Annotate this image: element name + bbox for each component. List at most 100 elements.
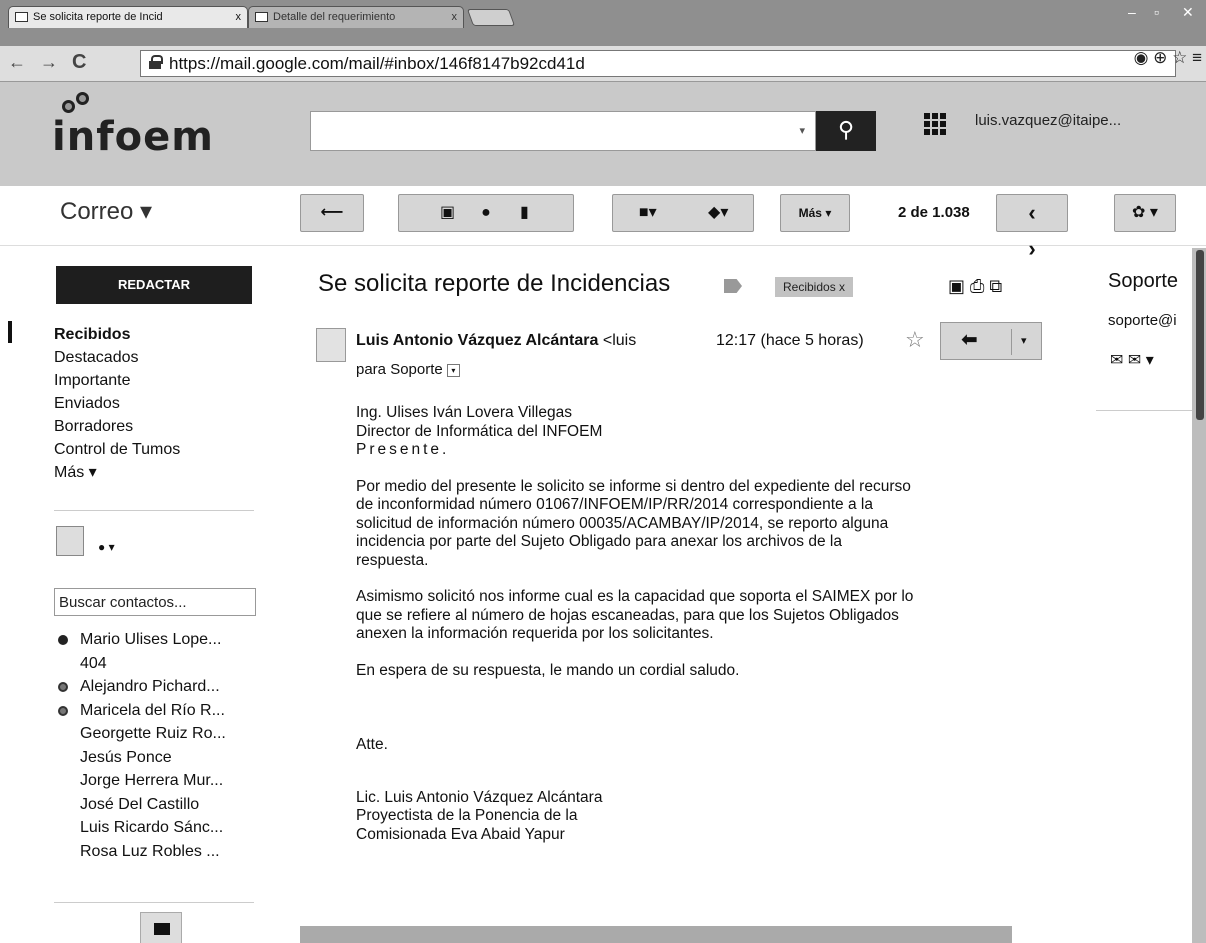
folder-important[interactable]: Importante [54,369,180,392]
next-icon[interactable]: › [1015,231,1049,267]
horizontal-scrollbar[interactable] [300,926,1012,943]
body-addressee: Ing. Ulises Iván Lovera Villegas Directo… [356,404,603,440]
back-icon[interactable]: ← [8,52,26,73]
show-details-icon[interactable]: ▾ [446,363,460,377]
app-switcher[interactable]: Correo ▾ [60,197,152,226]
account-link[interactable]: luis.vazquez@itaipe... [975,112,1121,129]
chat-status-dropdown[interactable]: ● ▾ [98,540,115,554]
message-subject: Se solicita reporte de Incidencias [318,270,671,297]
contact-item[interactable]: Jorge Herrera Mur... [58,769,226,793]
contact-item[interactable]: Maricela del Río R... [58,699,226,723]
contact-card-name: Soporte [1108,270,1179,292]
contact-card-actions[interactable]: ✉ ✉ ▾ [1110,350,1154,370]
chat-bubble-icon [154,923,170,935]
contact-item[interactable]: Jesús Ponce [58,746,226,770]
minimize-icon[interactable]: – [1128,4,1136,20]
scrollbar-thumb[interactable] [1196,250,1204,420]
body-signature: Lic. Luis Antonio Vázquez Alcántara Proy… [356,788,603,843]
infoem-logo[interactable]: infoem [52,114,214,160]
print-expand-icons[interactable]: ▣ ⎙ ⧉ [948,276,1002,297]
report-spam-icon[interactable]: ● [469,195,503,231]
reply-more-icon[interactable]: ▾ [1021,334,1027,347]
sender-name[interactable]: Luis Antonio Vázquez Alcántara [356,332,598,349]
delete-icon[interactable]: ▮ [507,195,541,231]
chat-avatar[interactable] [56,526,84,556]
tab-label: Se solicita reporte de Incid [33,11,163,23]
tab-close-icon[interactable]: x [452,11,458,23]
contact-item[interactable]: José Del Castillo [58,793,226,817]
close-window-icon[interactable]: ✕ [1182,4,1194,21]
folder-list: Recibidos Destacados Importante Enviados… [54,323,180,484]
contact-name: Jesús Ponce [80,748,172,766]
apps-grid-icon[interactable] [924,113,946,135]
tab-label: Detalle del requerimiento [273,11,396,23]
search-button[interactable]: ⚲ [816,111,876,151]
reload-icon[interactable]: C [72,51,86,74]
contact-name: Georgette Ruiz Ro... [80,725,226,742]
search-icon: ⚲ [837,117,855,142]
search-box[interactable]: ▾ [310,111,816,151]
contact-item[interactable]: Rosa Luz Robles ... [58,840,226,864]
contact-list: Mario Ulises Lope... 404 Alejandro Picha… [58,628,226,863]
browser-action-icons[interactable]: ◉ ⊕ ☆ ≡ [1134,48,1202,68]
previous-icon[interactable]: ‹ [1015,195,1049,231]
back-to-inbox-button[interactable]: ⟵ [300,194,364,232]
recipient-text: para Soporte [356,361,443,378]
message-body: Ing. Ulises Iván Lovera Villegas Directo… [356,404,1056,844]
reply-button[interactable]: ⬅ ▾ [940,322,1042,360]
search-input[interactable] [317,118,777,144]
contact-name: Rosa Luz Robles ... [80,842,220,860]
right-pane-divider [1096,410,1192,411]
archive-icon[interactable]: ▣ [431,195,465,231]
importance-marker-icon[interactable] [724,279,742,293]
body-paragraph: Asimismo solicitó nos informe cual es la… [356,588,914,642]
contact-name: Luis Ricardo Sánc... [80,819,224,836]
search-options-icon[interactable]: ▾ [799,124,805,137]
sidebar-divider [54,902,254,903]
folder-control-de-turnos[interactable]: Control de Tumos [54,438,180,461]
online-status-icon [58,635,68,645]
tab-close-icon[interactable]: x [236,11,242,23]
contact-name: Mario Ulises Lope... [80,631,222,648]
folder-sent[interactable]: Enviados [54,392,180,415]
recipient-line: para Soporte ▾ [356,361,460,378]
compose-button[interactable]: REDACTAR [56,266,252,304]
contact-search-input[interactable]: Buscar contactos... [54,588,256,616]
label-chip-inbox[interactable]: Recibidos x [775,277,854,297]
forward-icon[interactable]: → [40,52,58,73]
more-button[interactable]: Más ▾ [780,194,850,232]
folder-starred[interactable]: Destacados [54,346,180,369]
labels-icon[interactable]: ◆▾ [685,195,751,231]
gear-icon: ✿ ▾ [1132,204,1158,221]
away-status-icon [58,682,68,692]
browser-tab-strip: Se solicita reporte de Incid x Detalle d… [0,0,1206,46]
new-tab-button[interactable] [466,9,516,26]
sender-avatar[interactable] [316,328,346,362]
back-arrow-icon: ⟵ [320,204,344,221]
contact-item[interactable]: Alejandro Pichard... [58,675,226,699]
contact-subtext: 404 [80,654,107,672]
sender-email: <luis [602,332,637,349]
page-favicon-icon [255,12,268,22]
settings-button[interactable]: ✿ ▾ [1114,194,1176,232]
move-to-icon[interactable]: ■▾ [615,195,681,231]
tab-active[interactable]: Se solicita reporte de Incid x [8,6,248,28]
message-time: 12:17 (hace 5 horas) [716,332,864,349]
contact-name: Maricela del Río R... [80,701,225,719]
tab-inactive[interactable]: Detalle del requerimiento x [248,6,464,28]
folder-drafts[interactable]: Borradores [54,415,180,438]
contact-item[interactable]: Luis Ricardo Sánc... [58,816,226,840]
address-bar[interactable]: https://mail.google.com/mail/#inbox/146f… [140,50,1176,77]
folder-more[interactable]: Más ▾ [54,461,180,484]
hangouts-button[interactable] [140,912,182,943]
body-paragraph: Por medio del presente le solicito se in… [356,477,911,569]
star-icon[interactable]: ☆ [905,327,925,353]
contact-item[interactable]: Mario Ulises Lope... 404 [58,628,226,675]
mail-favicon-icon [15,12,28,22]
folder-inbox[interactable]: Recibidos [54,323,180,346]
pager-group: ‹ › [996,194,1068,261]
maximize-icon[interactable]: ▫ [1154,4,1159,20]
mail-toolbar: Correo ▾ ⟵ ▣ ● ▮ ■▾ ◆▾ Más ▾ 2 de 1.038 … [0,186,1206,261]
contact-item[interactable]: Georgette Ruiz Ro... [58,722,226,746]
body-closing: Atte. [356,736,388,753]
